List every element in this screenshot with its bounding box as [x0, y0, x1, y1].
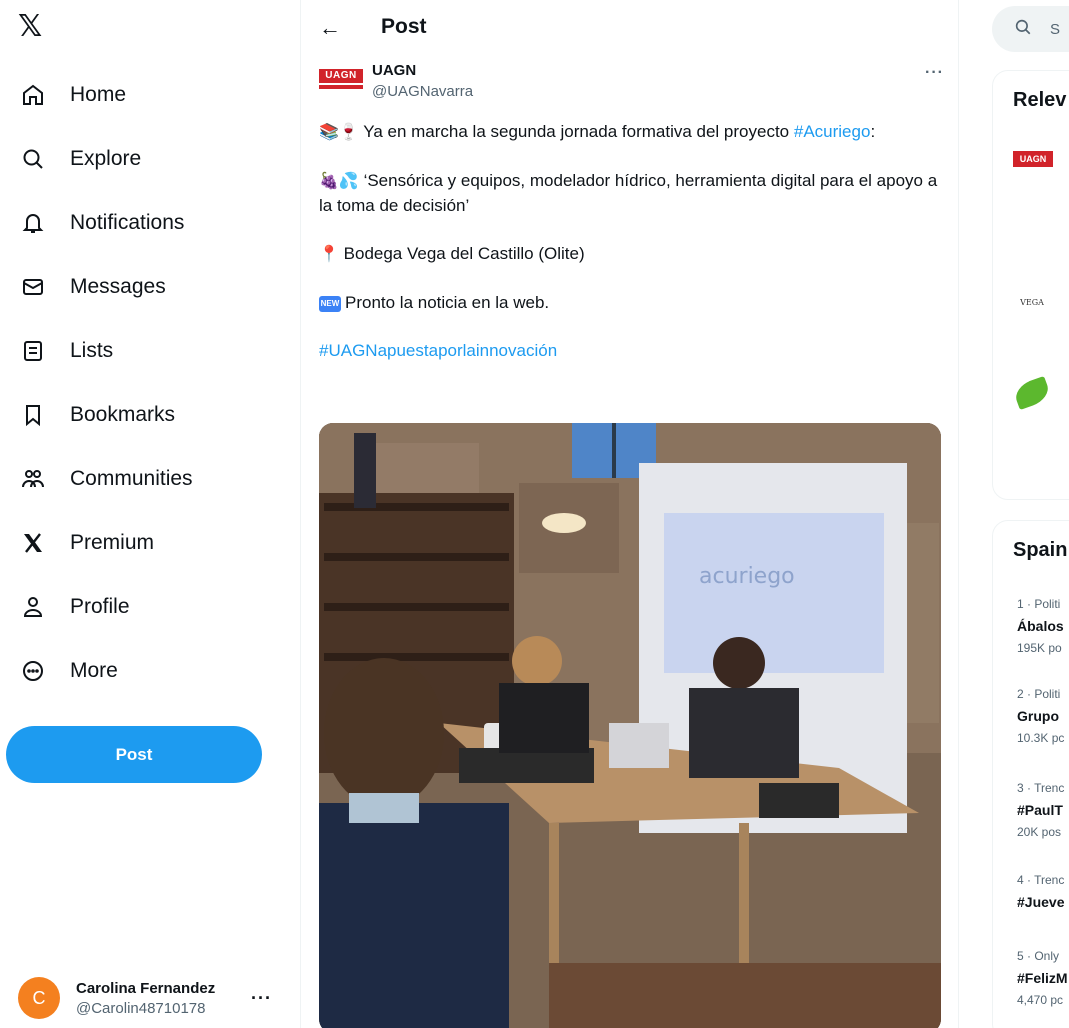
author-avatar[interactable]: UAGN: [319, 69, 363, 91]
screen-logo-text: acuriego: [699, 564, 795, 589]
envelope-icon: [18, 272, 48, 302]
search-icon: [1014, 18, 1032, 41]
trend-item-5[interactable]: 5 · Only #FelizM 4,470 pc: [1017, 949, 1068, 1007]
nav-item-bookmarks[interactable]: Bookmarks: [18, 395, 175, 435]
right-sidebar: S Relev UAGN VEGA Spain 1 · Politi Ábalo…: [976, 0, 1069, 1028]
search-input[interactable]: S: [992, 6, 1069, 52]
uagn-avatar[interactable]: UAGN: [1013, 151, 1053, 167]
vega-avatar[interactable]: VEGA: [1015, 297, 1049, 347]
nav-item-premium[interactable]: Premium: [18, 523, 154, 563]
search-icon: [18, 144, 48, 174]
person-icon: [18, 592, 48, 622]
nav-label-notifications: Notifications: [70, 211, 185, 234]
trends-panel: Spain 1 · Politi Ábalos 195K po 2 · Poli…: [992, 520, 1069, 1028]
pin-emoji: 📍: [319, 246, 339, 263]
nav-label-home: Home: [70, 83, 127, 106]
left-navigation: 𝕏 Home Explore Notifications Messages Li…: [0, 0, 300, 1028]
trend-item-2[interactable]: 2 · Politi Grupo 10.3K pc: [1017, 687, 1064, 745]
tweet-text: 📚🍷 Ya en marcha la segunda jornada forma…: [319, 120, 944, 387]
nav-label-profile: Profile: [70, 595, 130, 618]
bookmark-icon: [18, 400, 48, 430]
tweet-line-3: 📍 Bodega Vega del Castillo (Olite): [319, 242, 944, 267]
tweet-line-5: #UAGNapuestaporlainnovación: [319, 339, 944, 363]
post-button[interactable]: Post: [6, 726, 262, 783]
account-handle: @Carolin48710178: [76, 999, 206, 1017]
nav-label-more: More: [70, 659, 118, 682]
avatar: C: [18, 977, 60, 1019]
main-column: ← Post UAGN UAGN @UAGNavarra ··· 📚🍷 Ya e…: [300, 0, 959, 1028]
nav-item-home[interactable]: Home: [18, 75, 126, 115]
hashtag-acuriego[interactable]: #Acuriego: [794, 122, 871, 141]
nav-label-lists: Lists: [70, 339, 114, 362]
tweet-photo[interactable]: acuriego: [319, 423, 941, 1028]
nav-label-explore: Explore: [70, 147, 142, 170]
new-badge-emoji: NEW: [319, 296, 341, 312]
tweet-line-4: NEW Pronto la noticia en la web.: [319, 293, 550, 312]
nav-item-notifications[interactable]: Notifications: [18, 203, 184, 243]
tweet-author: UAGN UAGN @UAGNavarra ···: [319, 60, 944, 105]
account-name: Carolina Fernandez: [76, 979, 216, 997]
people-icon: [18, 464, 48, 494]
nav-item-explore[interactable]: Explore: [18, 139, 141, 179]
tweet-line-1: 📚🍷 Ya en marcha la segunda jornada forma…: [319, 120, 944, 145]
tweet-line-2: 🍇💦 ‘Sensórica y equipos, modelador hídri…: [319, 171, 938, 215]
nav-label-communities: Communities: [70, 467, 193, 490]
trend-item-1[interactable]: 1 · Politi Ábalos 195K po: [1017, 597, 1064, 655]
books-wine-emoji: 📚🍷: [319, 124, 359, 141]
bell-icon: [18, 208, 48, 238]
search-placeholder: S: [1050, 20, 1061, 38]
nav-item-more[interactable]: More: [18, 651, 118, 691]
grapes-droplets-emoji: 🍇💦: [319, 173, 359, 190]
trend-item-4[interactable]: 4 · Trenc #Jueve: [1017, 873, 1064, 910]
trend-item-3[interactable]: 3 · Trenc #PaulT 20K pos: [1017, 781, 1064, 839]
relevant-title: Relev: [1013, 89, 1067, 111]
hashtag-innovacion[interactable]: #UAGNapuestaporlainnovación: [319, 341, 557, 360]
nav-item-lists[interactable]: Lists: [18, 331, 113, 371]
tweet-more-icon[interactable]: ···: [925, 64, 944, 82]
leaf-avatar[interactable]: [1011, 375, 1053, 411]
author-name[interactable]: UAGN: [372, 62, 416, 79]
nav-item-communities[interactable]: Communities: [18, 459, 193, 499]
home-icon: [18, 80, 48, 110]
nav-item-profile[interactable]: Profile: [18, 587, 130, 627]
author-handle[interactable]: @UAGNavarra: [372, 83, 473, 100]
back-arrow-icon[interactable]: ←: [319, 16, 343, 40]
x-logo-icon[interactable]: 𝕏: [18, 10, 52, 44]
x-logo-icon: [18, 528, 48, 558]
nav-label-messages: Messages: [70, 275, 166, 298]
nav-label-bookmarks: Bookmarks: [70, 403, 176, 426]
nav-item-messages[interactable]: Messages: [18, 267, 166, 307]
relevant-people-panel: Relev UAGN VEGA: [992, 70, 1069, 500]
list-icon: [18, 336, 48, 366]
more-circle-icon: [18, 656, 48, 686]
account-more-icon[interactable]: ···: [251, 988, 272, 1009]
account-switcher[interactable]: C Carolina Fernandez @Carolin48710178 ··…: [18, 972, 288, 1024]
page-title: Post: [381, 15, 427, 38]
nav-label-premium: Premium: [70, 531, 155, 554]
photo-scene: acuriego: [319, 423, 941, 1028]
trends-title: Spain: [1013, 539, 1068, 561]
